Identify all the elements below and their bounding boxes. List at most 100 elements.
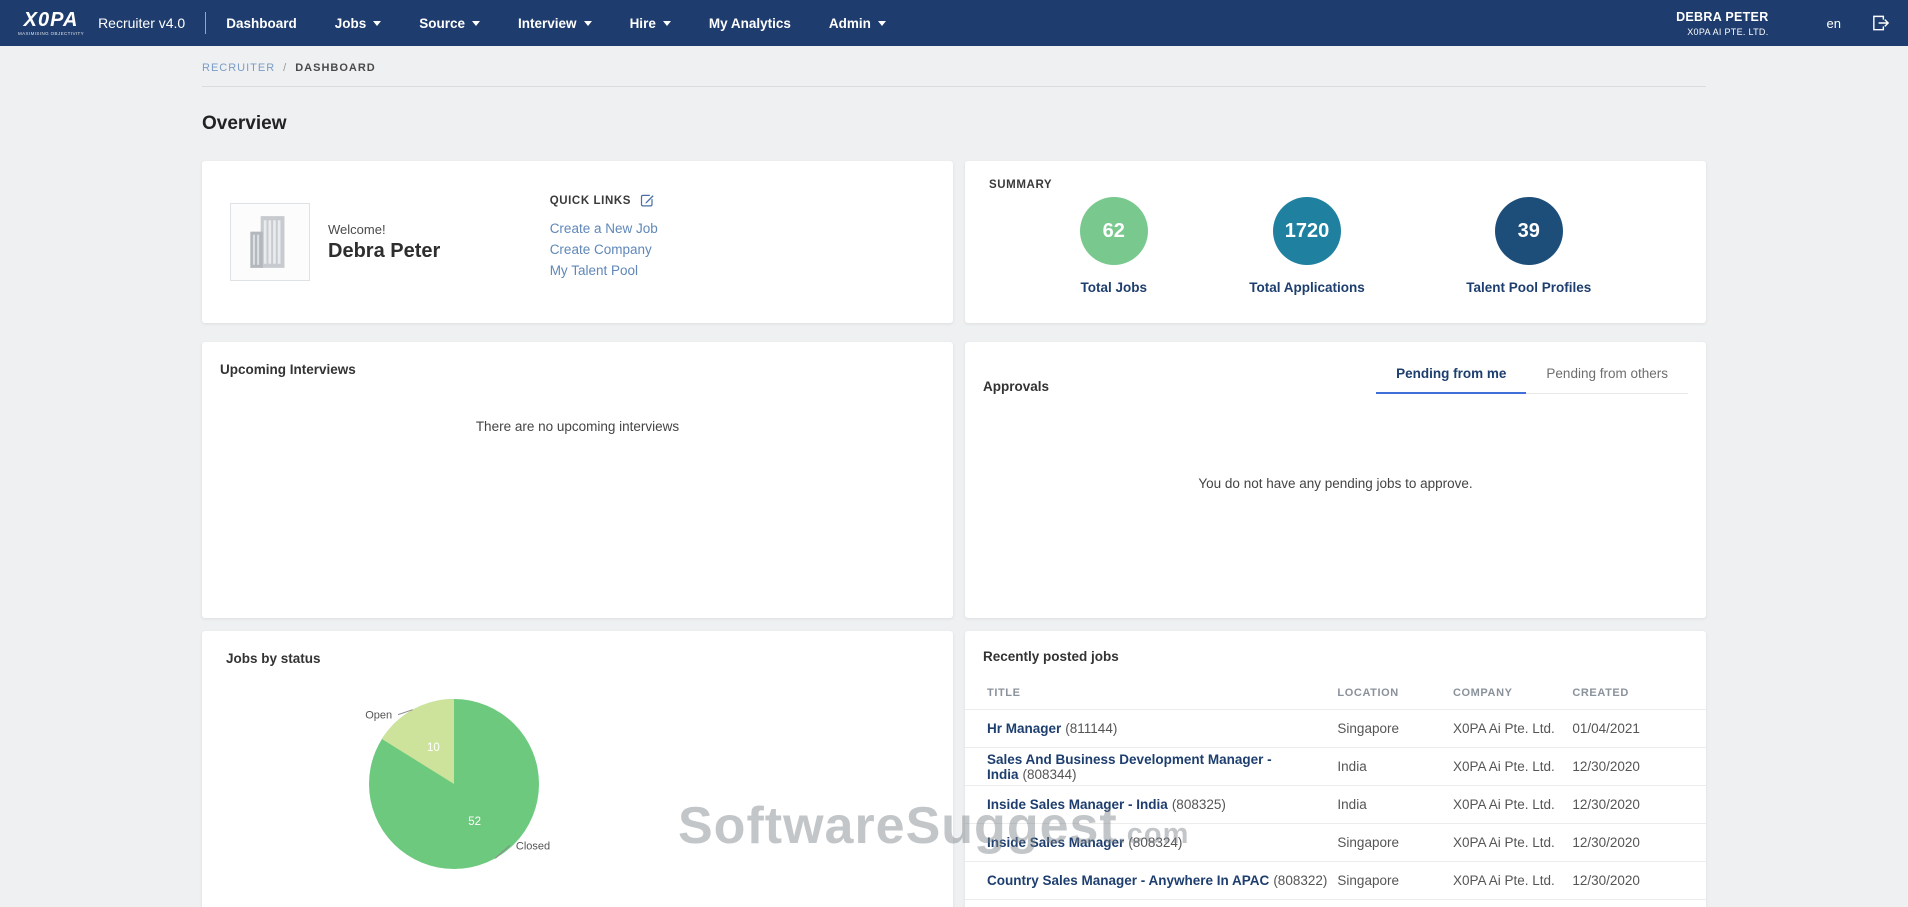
welcome-section: Welcome! Debra Peter [230, 185, 550, 299]
job-id: (808325) [1172, 797, 1226, 812]
chevron-down-icon [663, 21, 671, 26]
column-header-location: LOCATION [1337, 687, 1453, 699]
table-row[interactable]: Inside Sales Manager - India (808325) Ind… [965, 786, 1706, 824]
breadcrumb-recruiter[interactable]: RECRUITER [202, 62, 275, 74]
approvals-tabs: Pending from me Pending from others [1376, 362, 1688, 394]
welcome-card: Welcome! Debra Peter QUICK LINKS Create … [202, 161, 953, 323]
job-created: 01/04/2021 [1572, 721, 1684, 736]
approvals-title: Approvals [983, 379, 1049, 394]
company-building-image [230, 203, 310, 281]
nav-item-label: Hire [630, 16, 656, 31]
user-company: X0PA AI PTE. LTD. [1676, 27, 1768, 37]
job-created: 12/30/2020 [1572, 759, 1684, 774]
breadcrumb: RECRUITER / DASHBOARD [202, 46, 1706, 87]
column-header-title: TITLE [987, 687, 1337, 699]
stat-talent-pool-profiles: 39 Talent Pool Profiles [1466, 197, 1591, 295]
chevron-down-icon [878, 21, 886, 26]
quick-links-section: QUICK LINKS Create a New Job Create Comp… [550, 185, 658, 299]
job-location: India [1337, 759, 1453, 774]
recent-jobs-table: TITLE LOCATION COMPANY CREATED Hr Manage… [965, 676, 1706, 907]
nav-item-dashboard[interactable]: Dashboard [226, 16, 297, 31]
stat-label: Total Applications [1249, 280, 1365, 295]
chevron-down-icon [584, 21, 592, 26]
navbar-right: DEBRA PETER X0PA AI PTE. LTD. en [1676, 10, 1890, 37]
summary-stats: 62 Total Jobs 1720 Total Applications 39… [989, 197, 1682, 295]
recently-posted-jobs-title: Recently posted jobs [965, 649, 1706, 664]
job-company: X0PA Ai Pte. Ltd. [1453, 797, 1572, 812]
nav-item-label: Source [419, 16, 465, 31]
table-row[interactable]: Country Sales Manager - Anywhere In APAC… [965, 862, 1706, 900]
logout-icon[interactable] [1871, 14, 1890, 32]
nav-item-my-analytics[interactable]: My Analytics [709, 16, 791, 31]
job-location: Singapore [1337, 873, 1453, 888]
page-title: Overview [202, 113, 1706, 135]
job-id: (808322) [1273, 873, 1327, 888]
quick-link-my-talent-pool[interactable]: My Talent Pool [550, 260, 658, 281]
stat-total-applications: 1720 Total Applications [1249, 197, 1365, 295]
nav-item-admin[interactable]: Admin [829, 16, 886, 31]
job-company: X0PA Ai Pte. Ltd. [1453, 759, 1572, 774]
job-created: 12/30/2020 [1572, 873, 1684, 888]
quick-link-create-company[interactable]: Create Company [550, 239, 658, 260]
navbar-divider [205, 12, 206, 34]
jobs-by-status-title: Jobs by status [226, 651, 929, 666]
job-id: (808344) [1023, 767, 1077, 782]
table-row[interactable]: Hr Manager(811144) Singapore X0PA Ai Pte… [965, 710, 1706, 748]
stat-label: Talent Pool Profiles [1466, 280, 1591, 295]
user-name: DEBRA PETER [1676, 10, 1768, 24]
welcome-text: Welcome! Debra Peter [328, 222, 440, 263]
xopa-logo-tagline: MAXIMISING OBJECTIVITY [18, 32, 84, 37]
svg-text:Open: Open [365, 710, 392, 722]
table-header: TITLE LOCATION COMPANY CREATED [965, 676, 1706, 710]
nav-item-hire[interactable]: Hire [630, 16, 671, 31]
xopa-logo[interactable]: X0PA MAXIMISING OBJECTIVITY [18, 10, 84, 37]
nav-item-jobs[interactable]: Jobs [335, 16, 382, 31]
breadcrumb-dashboard: DASHBOARD [295, 62, 376, 74]
job-company: X0PA Ai Pte. Ltd. [1453, 873, 1572, 888]
stat-label: Total Jobs [1080, 280, 1147, 295]
upcoming-interviews-empty-message: There are no upcoming interviews [220, 419, 935, 434]
job-location: India [1337, 797, 1453, 812]
product-name: Recruiter v4.0 [98, 15, 185, 31]
stat-circle: 39 [1495, 197, 1563, 265]
approvals-card: Approvals Pending from me Pending from o… [965, 342, 1706, 618]
quick-links-title: QUICK LINKS [550, 195, 631, 207]
user-menu[interactable]: DEBRA PETER X0PA AI PTE. LTD. [1676, 10, 1768, 37]
svg-text:52: 52 [468, 816, 481, 828]
nav-item-label: Jobs [335, 16, 367, 31]
nav-item-label: Admin [829, 16, 871, 31]
upcoming-interviews-title: Upcoming Interviews [220, 362, 935, 377]
nav-item-label: Dashboard [226, 16, 297, 31]
chevron-down-icon [373, 21, 381, 26]
job-title-link[interactable]: Inside Sales Manager - India [987, 797, 1168, 812]
column-header-created: CREATED [1572, 687, 1684, 699]
tab-pending-from-others[interactable]: Pending from others [1526, 362, 1688, 393]
table-row[interactable]: Sales And Business Development Manager -… [965, 748, 1706, 786]
jobs-by-status-card: Jobs by status 1052OpenClosed [202, 631, 953, 907]
nav-item-interview[interactable]: Interview [518, 16, 592, 31]
recently-posted-jobs-card: Recently posted jobs TITLE LOCATION COMP… [965, 631, 1706, 907]
job-location: Singapore [1337, 835, 1453, 850]
job-created: 12/30/2020 [1572, 797, 1684, 812]
job-id: (811144) [1065, 721, 1117, 736]
language-selector[interactable]: en [1827, 16, 1841, 31]
xopa-logo-text: X0PA [18, 10, 84, 30]
upcoming-interviews-card: Upcoming Interviews There are no upcomin… [202, 342, 953, 618]
table-row[interactable]: Inside Sales Manager(808324) Singapore X… [965, 824, 1706, 862]
summary-card: SUMMARY 62 Total Jobs 1720 Total Applica… [965, 161, 1706, 323]
job-title-link[interactable]: Country Sales Manager - Anywhere In APAC [987, 873, 1269, 888]
job-location: Singapore [1337, 721, 1453, 736]
welcome-greeting: Welcome! [328, 222, 440, 237]
job-title-link[interactable]: Inside Sales Manager [987, 835, 1124, 850]
stat-circle: 1720 [1273, 197, 1341, 265]
quick-link-create-job[interactable]: Create a New Job [550, 218, 658, 239]
top-navbar: X0PA MAXIMISING OBJECTIVITY Recruiter v4… [0, 0, 1908, 46]
quick-links-list: Create a New Job Create Company My Talen… [550, 218, 658, 281]
tab-pending-from-me[interactable]: Pending from me [1376, 362, 1526, 394]
nav-item-label: My Analytics [709, 16, 791, 31]
stat-circle: 62 [1080, 197, 1148, 265]
jobs-status-pie: 1052OpenClosed [304, 674, 604, 894]
job-title-link[interactable]: Hr Manager [987, 721, 1061, 736]
nav-item-source[interactable]: Source [419, 16, 480, 31]
edit-icon[interactable] [640, 193, 655, 208]
